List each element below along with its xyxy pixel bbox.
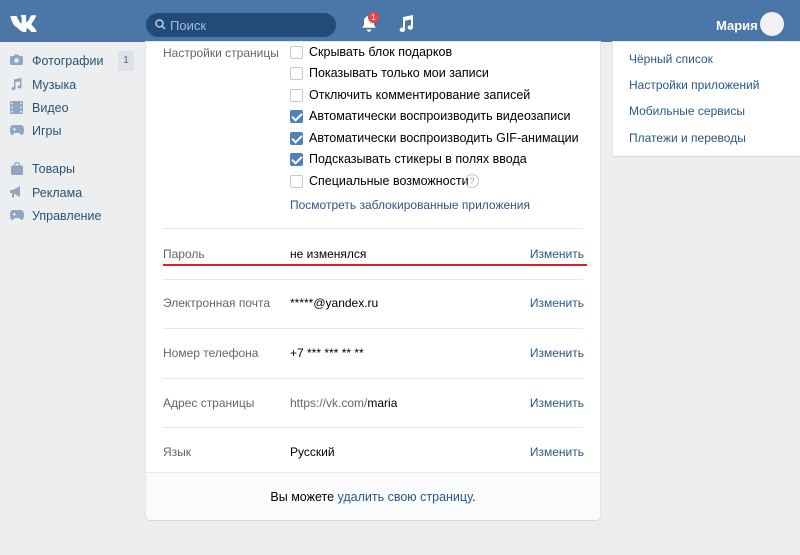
- settings-card: Настройки страницы Скрывать блок подарко…: [146, 42, 600, 520]
- sidebar-item-video[interactable]: Видео: [0, 97, 140, 119]
- language-label: Язык: [163, 445, 192, 459]
- change-email-link[interactable]: Изменить: [530, 296, 584, 310]
- sidebar-item-goods[interactable]: Товары: [0, 158, 140, 180]
- change-address-link[interactable]: Изменить: [530, 396, 584, 410]
- menu-item-payments[interactable]: Платежи и переводы: [629, 131, 746, 145]
- sidebar-item-label: Управление: [32, 209, 102, 223]
- checkbox[interactable]: [290, 89, 303, 102]
- search-input[interactable]: [170, 13, 330, 37]
- checkbox-label: Автоматически воспроизводить видеозаписи: [309, 109, 571, 123]
- sidebar-item-counter: 1: [118, 51, 134, 71]
- checkbox-checked[interactable]: [290, 132, 303, 145]
- footer-text-after: .: [472, 490, 476, 504]
- sidebar-item-label: Фотографии: [32, 54, 104, 68]
- settings-right-menu: Чёрный список Настройки приложений Мобил…: [613, 42, 800, 156]
- delete-page-footer: Вы можете удалить свою страницу.: [146, 472, 600, 520]
- checkbox-label: Показывать только мои записи: [309, 66, 489, 80]
- page-address-label: Адрес страницы: [163, 396, 255, 410]
- delete-page-link[interactable]: удалить свою страницу: [338, 490, 473, 504]
- delete-page-text: Вы можете удалить свою страницу.: [146, 490, 600, 504]
- sidebar-item-ads[interactable]: Реклама: [0, 182, 140, 204]
- checkbox-label: Отключить комментирование записей: [309, 88, 531, 102]
- checkbox[interactable]: [290, 175, 303, 188]
- checkbox[interactable]: [290, 67, 303, 80]
- sidebar-item-label: Реклама: [32, 186, 83, 200]
- camera-icon: [9, 54, 24, 68]
- page-address-id: maria: [367, 396, 398, 410]
- gamepad-icon: [9, 124, 24, 138]
- music-player-icon[interactable]: [398, 15, 414, 33]
- password-value: не изменялся: [290, 247, 367, 261]
- help-icon[interactable]: ?: [465, 174, 479, 188]
- bag-icon: [9, 161, 24, 176]
- highlight-underline: [163, 264, 587, 266]
- page-settings-label: Настройки страницы: [163, 46, 279, 60]
- divider: [163, 427, 583, 428]
- music-icon: [9, 78, 24, 92]
- footer-text-before: Вы можете: [270, 490, 338, 504]
- vk-logo-icon[interactable]: [10, 14, 40, 32]
- checkbox-label: Специальные возможности: [309, 174, 469, 188]
- top-header: 1 Мария: [0, 0, 800, 42]
- user-name[interactable]: Мария: [716, 18, 758, 33]
- checkbox-checked[interactable]: [290, 110, 303, 123]
- divider: [163, 378, 583, 379]
- sidebar-item-label: Видео: [32, 101, 69, 115]
- phone-label: Номер телефона: [163, 346, 259, 360]
- page-address-value: https://vk.com/maria: [290, 396, 397, 410]
- change-password-link[interactable]: Изменить: [530, 247, 584, 261]
- checkbox-label: Автоматически воспроизводить GIF-анимаци…: [309, 131, 579, 145]
- search-icon: [155, 19, 166, 30]
- sidebar-item-management[interactable]: Управление: [0, 205, 140, 227]
- language-value: Русский: [290, 445, 335, 459]
- notification-count-badge: 1: [368, 12, 379, 23]
- megaphone-icon: [9, 186, 24, 200]
- sidebar-item-label: Музыка: [32, 78, 77, 92]
- avatar[interactable]: [760, 12, 784, 36]
- sidebar-item-photos[interactable]: Фотографии 1: [0, 50, 140, 72]
- sidebar-item-label: Товары: [32, 162, 75, 176]
- sidebar-item-music[interactable]: Музыка: [0, 74, 140, 96]
- divider: [163, 228, 583, 229]
- menu-item-app-settings[interactable]: Настройки приложений: [629, 78, 759, 92]
- password-label: Пароль: [163, 247, 205, 261]
- change-language-link[interactable]: Изменить: [530, 445, 584, 459]
- blocked-apps-link[interactable]: Посмотреть заблокированные приложения: [290, 198, 530, 212]
- phone-value: +7 *** *** ** **: [290, 346, 364, 360]
- gamepad-icon: [9, 209, 24, 223]
- checkbox-label: Скрывать блок подарков: [309, 45, 453, 59]
- search-bar[interactable]: [146, 13, 336, 37]
- divider: [163, 328, 583, 329]
- page-address-prefix: https://vk.com/: [290, 396, 368, 410]
- sidebar-item-games[interactable]: Игры: [0, 120, 140, 142]
- video-icon: [9, 101, 24, 115]
- sidebar-item-label: Игры: [32, 124, 62, 138]
- checkbox-checked[interactable]: [290, 153, 303, 166]
- email-value: *****@yandex.ru: [290, 296, 379, 310]
- email-label: Электронная почта: [163, 296, 271, 310]
- menu-item-mobile-services[interactable]: Мобильные сервисы: [629, 104, 745, 118]
- change-phone-link[interactable]: Изменить: [530, 346, 584, 360]
- checkbox-label: Подсказывать стикеры в полях ввода: [309, 152, 527, 166]
- divider: [163, 279, 583, 280]
- menu-item-blacklist[interactable]: Чёрный список: [629, 52, 713, 66]
- checkbox[interactable]: [290, 46, 303, 59]
